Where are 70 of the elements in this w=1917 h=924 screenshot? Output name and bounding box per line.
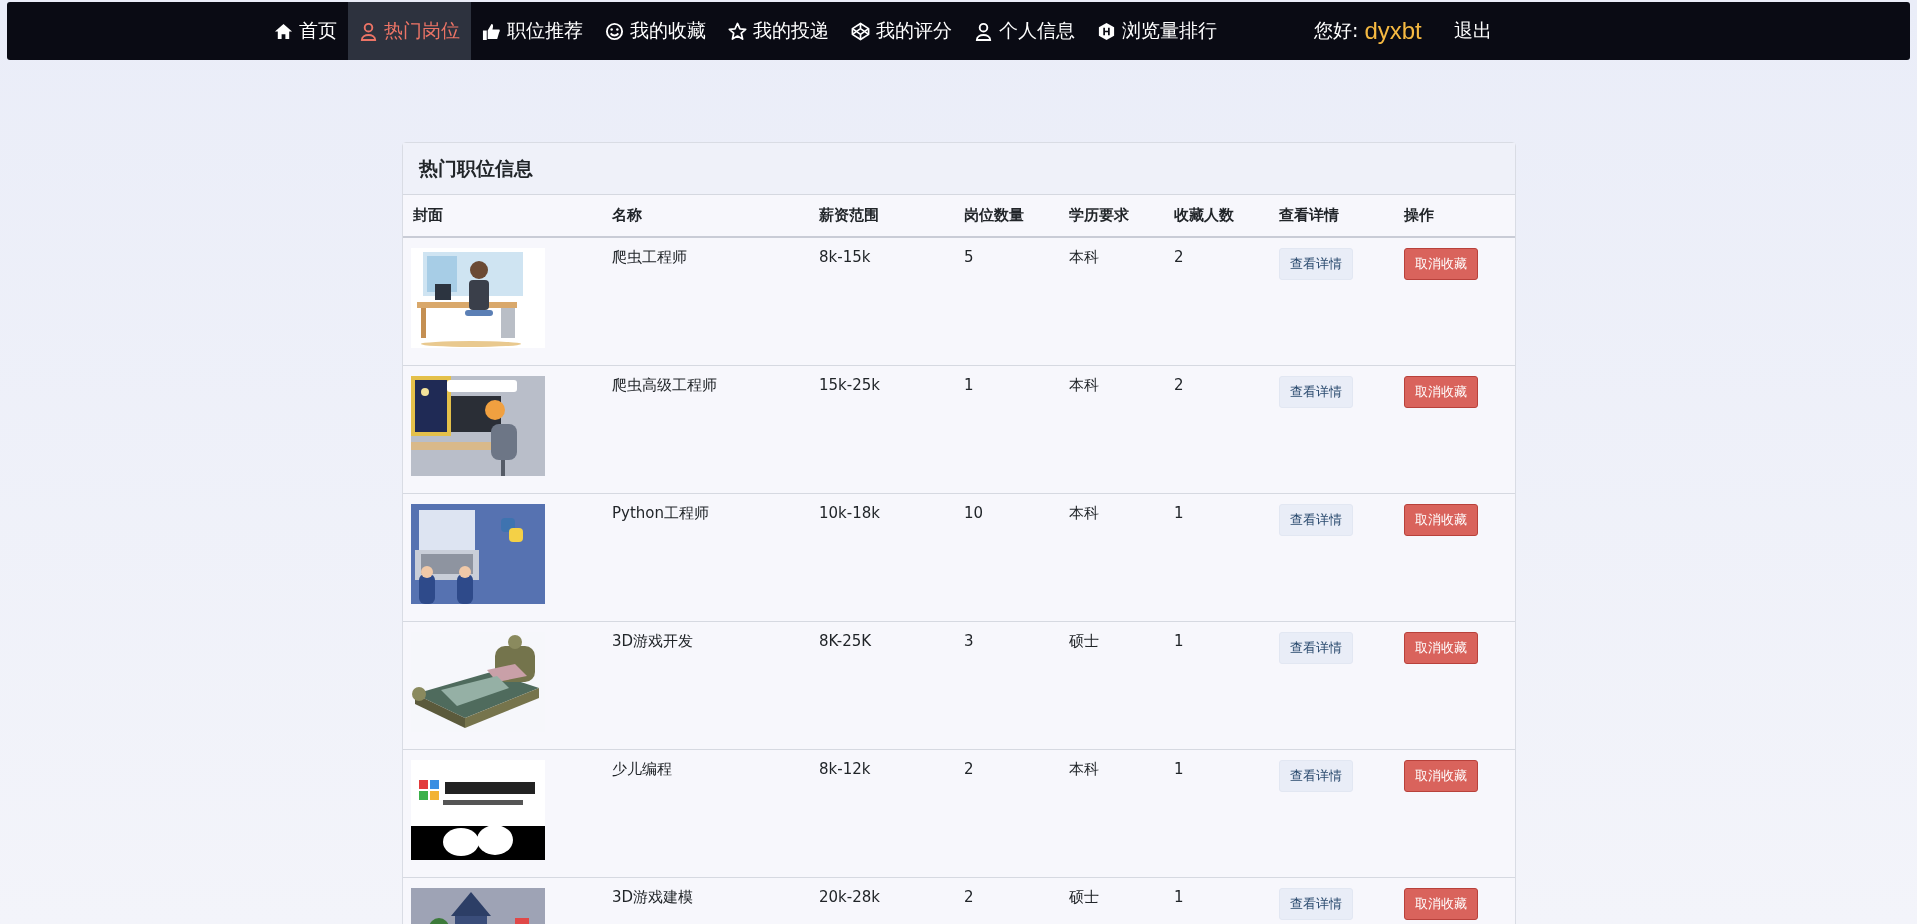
thumbs-up-icon <box>482 21 501 41</box>
card-title: 热门职位信息 <box>419 155 533 181</box>
count-text: 2 <box>964 888 974 906</box>
count-text: 3 <box>964 632 974 650</box>
column-header: 岗位数量 <box>964 206 1024 224</box>
view-details-button[interactable]: 查看详情 <box>1279 888 1353 920</box>
education-text: 硕士 <box>1069 632 1099 650</box>
cube-icon <box>851 21 870 41</box>
username-text: dyxbt <box>1364 17 1422 45</box>
hexagon-icon <box>1097 21 1116 41</box>
nav-tab[interactable]: 浏览量排行 <box>1086 2 1228 60</box>
nav-tab[interactable]: 我的评分 <box>840 2 963 60</box>
count-text: 5 <box>964 248 974 266</box>
user-icon <box>359 21 378 41</box>
favorites-count: 1 <box>1174 632 1184 650</box>
salary-text: 10k-18k <box>819 504 880 522</box>
salary-text: 8K-25K <box>819 632 872 650</box>
unfavorite-button[interactable]: 取消收藏 <box>1404 760 1478 792</box>
column-header: 名称 <box>612 206 642 224</box>
favorites-count: 1 <box>1174 504 1184 522</box>
view-details-button[interactable]: 查看详情 <box>1279 632 1353 664</box>
education-text: 硕士 <box>1069 888 1099 906</box>
job-name: 3D游戏建模 <box>612 888 694 906</box>
logout-link[interactable]: 退出 <box>1453 18 1492 44</box>
home-icon <box>274 21 293 41</box>
column-header: 操作 <box>1404 206 1434 224</box>
view-details-button[interactable]: 查看详情 <box>1279 376 1353 408</box>
salary-text: 15k-25k <box>819 376 880 394</box>
nav-tab[interactable]: 首页 <box>263 2 348 60</box>
salary-text: 8k-15k <box>819 248 871 266</box>
education-text: 本科 <box>1069 376 1099 394</box>
nav-tab[interactable]: 职位推荐 <box>471 2 594 60</box>
education-text: 本科 <box>1069 760 1099 778</box>
star-icon <box>728 21 747 41</box>
view-details-button[interactable]: 查看详情 <box>1279 248 1353 280</box>
column-header: 查看详情 <box>1279 206 1339 224</box>
salary-text: 8k-12k <box>819 760 871 778</box>
view-details-button[interactable]: 查看详情 <box>1279 504 1353 536</box>
unfavorite-button[interactable]: 取消收藏 <box>1404 888 1478 920</box>
salary-text: 20k-28k <box>819 888 880 906</box>
nav-tab[interactable]: 热门岗位 <box>348 2 471 60</box>
column-header: 收藏人数 <box>1174 206 1234 224</box>
nav-tab[interactable]: 我的收藏 <box>594 2 717 60</box>
job-name: 爬虫高级工程师 <box>612 376 717 394</box>
count-text: 2 <box>964 760 974 778</box>
greeting-text: 您好: <box>1314 18 1359 43</box>
user-icon <box>974 21 993 41</box>
favorites-count: 2 <box>1174 376 1184 394</box>
education-text: 本科 <box>1069 248 1099 266</box>
column-header: 封面 <box>413 206 443 224</box>
unfavorite-button[interactable]: 取消收藏 <box>1404 376 1478 408</box>
count-text: 10 <box>964 504 984 522</box>
unfavorite-button[interactable]: 取消收藏 <box>1404 632 1478 664</box>
job-name: 爬虫工程师 <box>612 248 687 266</box>
smile-icon <box>605 21 624 41</box>
unfavorite-button[interactable]: 取消收藏 <box>1404 504 1478 536</box>
column-header: 学历要求 <box>1069 206 1129 224</box>
column-header: 薪资范围 <box>819 206 879 224</box>
job-name: 3D游戏开发 <box>612 632 694 650</box>
view-details-button[interactable]: 查看详情 <box>1279 760 1353 792</box>
favorites-count: 1 <box>1174 760 1184 778</box>
nav-tab[interactable]: 个人信息 <box>963 2 1086 60</box>
nav-tab[interactable]: 我的投递 <box>717 2 840 60</box>
favorites-count: 2 <box>1174 248 1184 266</box>
count-text: 1 <box>964 376 974 394</box>
education-text: 本科 <box>1069 504 1099 522</box>
favorites-count: 1 <box>1174 888 1184 906</box>
unfavorite-button[interactable]: 取消收藏 <box>1404 248 1478 280</box>
job-name: Python工程师 <box>612 504 709 522</box>
job-name: 少儿编程 <box>612 760 672 778</box>
